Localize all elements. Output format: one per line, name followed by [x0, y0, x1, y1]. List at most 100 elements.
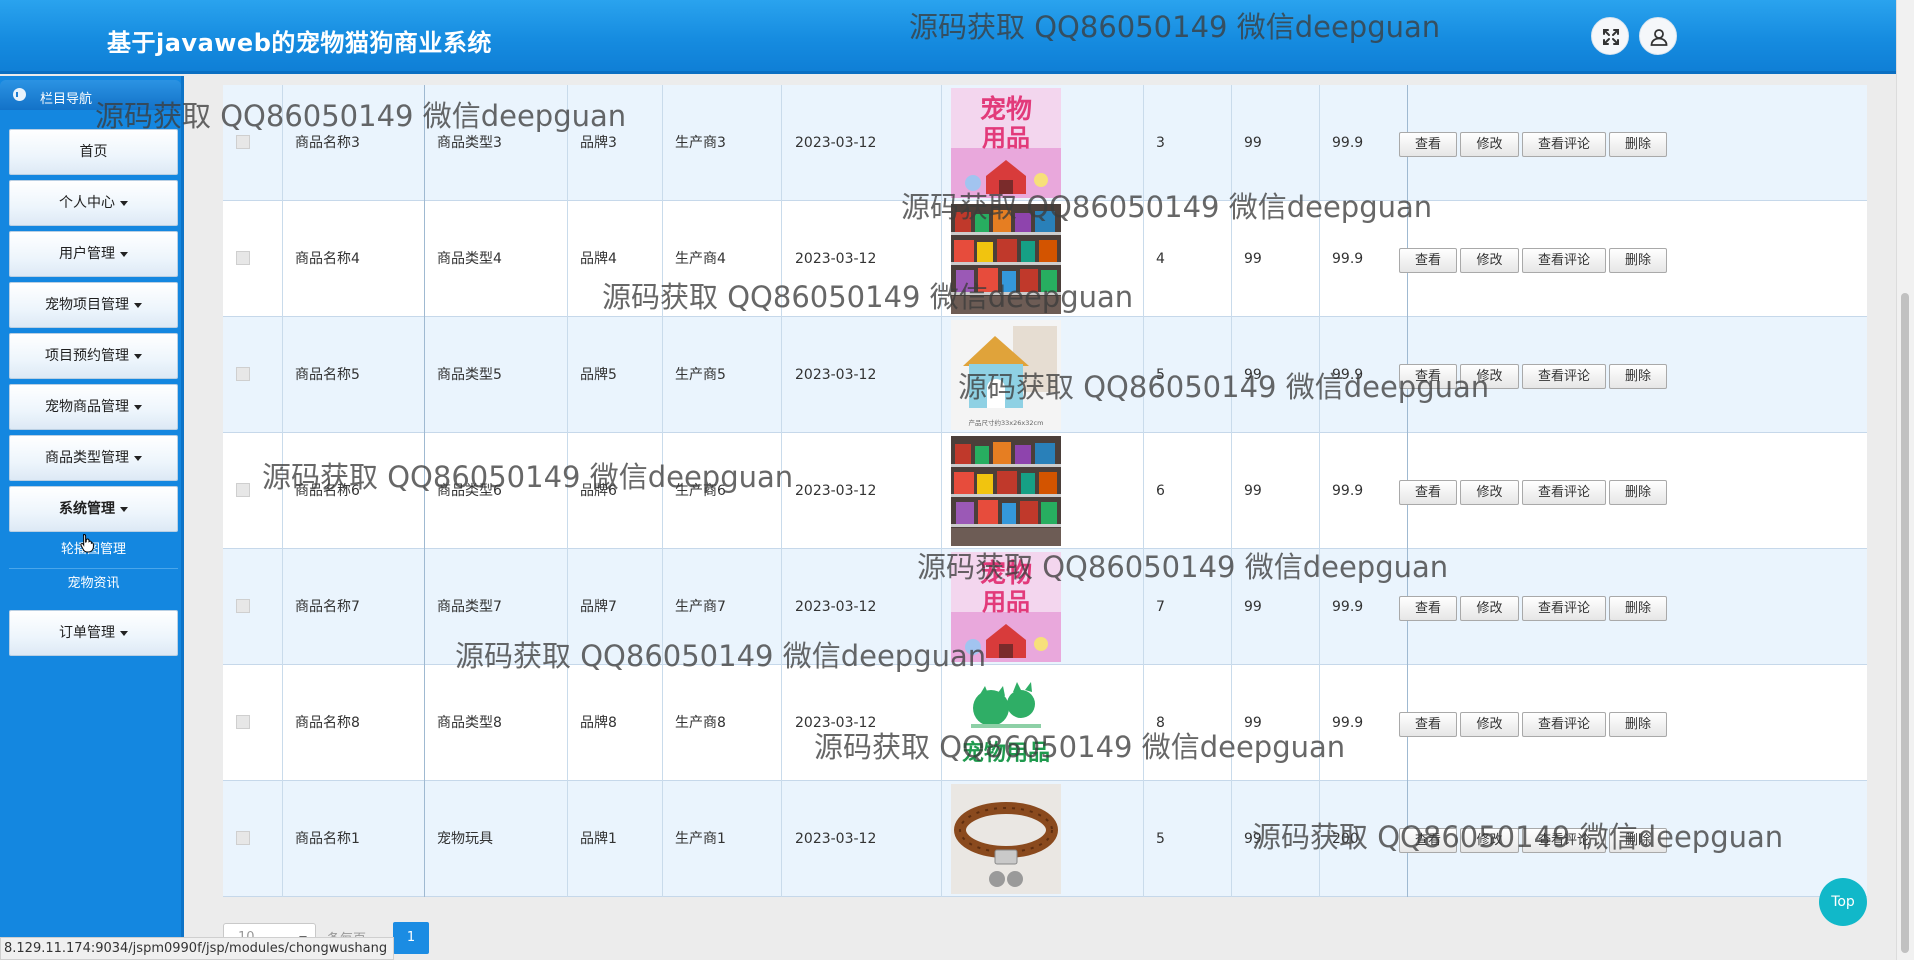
- back-to-top-button[interactable]: Top: [1819, 878, 1867, 926]
- cell-goods-type: 商品类型5: [437, 367, 502, 383]
- product-image[interactable]: 宠物用品: [951, 668, 1061, 778]
- edit-button[interactable]: 修改: [1460, 132, 1519, 157]
- view-comments-button[interactable]: 查看评论: [1522, 712, 1606, 737]
- cell-goods-name: 商品名称5: [295, 367, 360, 383]
- column-divider: [567, 201, 568, 317]
- edit-button[interactable]: 修改: [1460, 480, 1519, 505]
- sidebar-item-label: 商品类型管理: [45, 450, 129, 466]
- cell-goods-type: 商品类型4: [437, 251, 502, 267]
- sidebar-item-label: 系统管理: [59, 501, 115, 517]
- view-button[interactable]: 查看: [1399, 248, 1457, 273]
- column-divider: [941, 85, 942, 201]
- edit-button[interactable]: 修改: [1460, 596, 1519, 621]
- sidebar-item-goods-types[interactable]: 商品类型管理: [9, 435, 178, 481]
- cell-goods-name: 商品名称7: [295, 599, 360, 615]
- delete-button[interactable]: 删除: [1609, 248, 1667, 273]
- delete-button[interactable]: 删除: [1609, 132, 1667, 157]
- user-button[interactable]: [1639, 17, 1677, 55]
- edit-button[interactable]: 修改: [1460, 364, 1519, 389]
- column-divider: [941, 665, 942, 781]
- cell-brand: 品牌6: [580, 483, 617, 499]
- row-checkbox[interactable]: [236, 135, 250, 149]
- top-header: 基于javaweb的宠物猫狗商业系统: [0, 0, 1896, 74]
- cell-brand: 品牌7: [580, 599, 617, 615]
- edit-button[interactable]: 修改: [1460, 828, 1519, 853]
- view-comments-button[interactable]: 查看评论: [1522, 132, 1606, 157]
- delete-button[interactable]: 删除: [1609, 712, 1667, 737]
- column-divider: [1231, 433, 1232, 549]
- cell-value-2: 99: [1244, 483, 1262, 499]
- table-row: 商品名称5 商品类型5 品牌5 生产商5 2023-03-12 5 99 99.9 产品尺寸约3…: [223, 317, 1867, 433]
- sidebar-item-pet-goods[interactable]: 宠物商品管理: [9, 384, 178, 430]
- row-checkbox[interactable]: [236, 483, 250, 497]
- product-image[interactable]: 产品尺寸约33x26x32cm: [951, 320, 1061, 430]
- cell-maker: 生产商1: [675, 831, 726, 847]
- cell-date: 2023-03-12: [795, 135, 877, 151]
- cell-goods-type: 商品类型3: [437, 135, 502, 151]
- cell-maker: 生产商3: [675, 135, 726, 151]
- pet-store-shelf-image: [951, 204, 1061, 314]
- view-button[interactable]: 查看: [1399, 828, 1457, 853]
- delete-button[interactable]: 删除: [1609, 828, 1667, 853]
- cell-value-1: 5: [1156, 831, 1165, 847]
- row-checkbox[interactable]: [236, 251, 250, 265]
- product-image[interactable]: [951, 784, 1061, 894]
- fullscreen-button[interactable]: [1591, 17, 1629, 55]
- cell-value-3: 99.9: [1332, 135, 1364, 151]
- cell-value-3: 99.9: [1332, 715, 1364, 731]
- sidebar-item-appointments[interactable]: 项目预约管理: [9, 333, 178, 379]
- caret-down-icon: [134, 302, 142, 308]
- sidebar-item-home[interactable]: 首页: [9, 129, 178, 175]
- column-divider: [662, 665, 663, 781]
- column-divider: [781, 201, 782, 317]
- delete-button[interactable]: 删除: [1609, 480, 1667, 505]
- pet-house-image: 产品尺寸约33x26x32cm: [951, 320, 1061, 430]
- delete-button[interactable]: 删除: [1609, 364, 1667, 389]
- column-divider: [567, 317, 568, 433]
- column-divider: [1231, 317, 1232, 433]
- product-image[interactable]: [951, 436, 1061, 546]
- cell-value-1: 4: [1156, 251, 1165, 267]
- sidebar-item-users[interactable]: 用户管理: [9, 231, 178, 277]
- sidebar-item-system[interactable]: 系统管理: [9, 486, 178, 532]
- submenu-item-pet-news[interactable]: 宠物资讯: [9, 568, 178, 599]
- column-divider: [282, 549, 283, 665]
- column-divider: [424, 317, 425, 433]
- row-checkbox[interactable]: [236, 599, 250, 613]
- vertical-scrollbar[interactable]: [1896, 0, 1914, 960]
- cell-date: 2023-03-12: [795, 831, 877, 847]
- sidebar-item-label: 宠物项目管理: [45, 297, 129, 313]
- row-checkbox[interactable]: [236, 715, 250, 729]
- svg-text:产品尺寸约33x26x32cm: 产品尺寸约33x26x32cm: [969, 418, 1044, 427]
- column-divider: [781, 781, 782, 897]
- product-image[interactable]: 宠物用品: [951, 552, 1061, 662]
- product-image[interactable]: [951, 204, 1061, 314]
- pet-supplies-image: 宠物用品: [951, 88, 1061, 198]
- sidebar-item-personal-center[interactable]: 个人中心: [9, 180, 178, 226]
- view-button[interactable]: 查看: [1399, 596, 1457, 621]
- view-button[interactable]: 查看: [1399, 364, 1457, 389]
- view-comments-button[interactable]: 查看评论: [1522, 480, 1606, 505]
- view-comments-button[interactable]: 查看评论: [1522, 364, 1606, 389]
- page-button-current[interactable]: 1: [393, 922, 429, 954]
- cell-goods-type: 商品类型8: [437, 715, 502, 731]
- edit-button[interactable]: 修改: [1460, 248, 1519, 273]
- row-checkbox[interactable]: [236, 831, 250, 845]
- view-button[interactable]: 查看: [1399, 132, 1457, 157]
- scrollbar-thumb[interactable]: [1901, 293, 1909, 953]
- cell-value-1: 5: [1156, 367, 1165, 383]
- view-comments-button[interactable]: 查看评论: [1522, 596, 1606, 621]
- sidebar-item-pet-projects[interactable]: 宠物项目管理: [9, 282, 178, 328]
- product-image[interactable]: 宠物用品: [951, 88, 1061, 198]
- edit-button[interactable]: 修改: [1460, 712, 1519, 737]
- cell-value-3: 99.9: [1332, 483, 1364, 499]
- status-bar-url: 8.129.11.174:9034/jspm0990f/jsp/modules/…: [0, 937, 395, 960]
- view-comments-button[interactable]: 查看评论: [1522, 828, 1606, 853]
- view-button[interactable]: 查看: [1399, 480, 1457, 505]
- view-comments-button[interactable]: 查看评论: [1522, 248, 1606, 273]
- sidebar-item-orders[interactable]: 订单管理: [9, 610, 178, 656]
- view-button[interactable]: 查看: [1399, 712, 1457, 737]
- row-checkbox[interactable]: [236, 367, 250, 381]
- svg-text:宠物: 宠物: [980, 94, 1032, 125]
- delete-button[interactable]: 删除: [1609, 596, 1667, 621]
